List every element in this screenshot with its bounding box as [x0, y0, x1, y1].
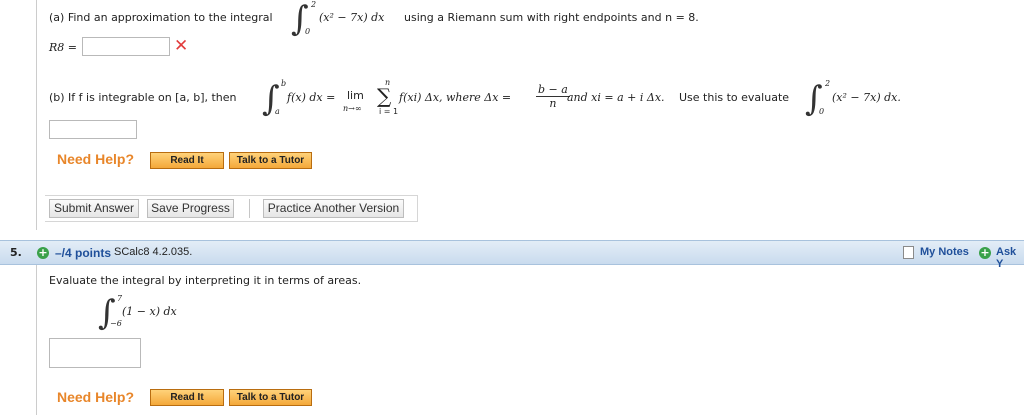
integrand-b: f(x) dx = — [287, 91, 336, 104]
incorrect-x-icon: ✕ — [174, 36, 189, 56]
integral-upper-eval: 2 — [825, 79, 831, 88]
answer-label-a: R8 = — [49, 41, 77, 54]
button-divider — [249, 199, 250, 218]
integral-lower-q5: −6 — [110, 319, 122, 328]
sum-term: f(xi) Δx, where Δx = — [399, 91, 512, 104]
integral-lower-eval: 0 — [819, 107, 825, 116]
submit-answer-button[interactable]: Submit Answer — [49, 199, 139, 218]
integral-upper-b: b — [281, 79, 287, 88]
xi-definition: and xi = a + i Δx. — [567, 91, 665, 104]
part-b-prefix: (b) If f is integrable on [a, b], then — [49, 91, 237, 104]
integral-lower-b: a — [275, 107, 280, 116]
talk-to-tutor-button[interactable]: Talk to a Tutor — [229, 152, 312, 169]
integrand-eval: (x² − 7x) dx. — [832, 91, 901, 104]
integral-upper-a: 2 — [311, 0, 317, 9]
evaluate-answer-input[interactable] — [49, 120, 137, 139]
integrand-q5: (1 − x) dx — [122, 305, 177, 318]
read-it-button[interactable]: Read It — [150, 152, 224, 169]
my-notes-link[interactable]: My Notes — [920, 246, 969, 258]
integral-lower-a: 0 — [305, 27, 311, 36]
question-prompt: Evaluate the integral by interpreting it… — [49, 274, 362, 287]
integral-upper-q5: 7 — [117, 294, 123, 303]
fraction-numerator: b − a — [536, 83, 570, 97]
sigma-icon: ∑ — [377, 84, 392, 108]
fraction-denominator: n — [549, 97, 557, 110]
question-number: 5. — [10, 246, 22, 259]
talk-to-tutor-button-q5[interactable]: Talk to a Tutor — [229, 389, 312, 406]
left-border-bottom — [36, 265, 37, 415]
question-source: SCalc8 4.2.035. — [114, 246, 193, 258]
integrand-a: (x² − 7x) dx — [319, 11, 385, 24]
sum-lower: i = 1 — [379, 107, 399, 116]
limit-text: lim — [347, 89, 364, 102]
limit-subscript: n→∞ — [343, 104, 362, 113]
part-a-prefix: (a) Find an approximation to the integra… — [49, 11, 273, 24]
ask-plus-icon[interactable]: + — [979, 247, 991, 259]
question-header-bar: 5. + –/4 points SCalc8 4.2.035. My Notes… — [0, 240, 1024, 270]
save-progress-button[interactable]: Save Progress — [147, 199, 234, 218]
evaluate-text: Use this to evaluate — [679, 91, 790, 104]
part-a-suffix: using a Riemann sum with right endpoints… — [404, 11, 699, 24]
practice-another-version-button[interactable]: Practice Another Version — [263, 199, 404, 218]
points-label: –/4 points — [55, 246, 112, 260]
read-it-button-q5[interactable]: Read It — [150, 389, 224, 406]
notes-document-icon[interactable] — [903, 246, 914, 259]
need-help-label: Need Help? — [57, 151, 135, 167]
ask-your-teacher-link[interactable]: Ask Y — [996, 246, 1024, 270]
need-help-label-q5: Need Help? — [57, 389, 135, 405]
riemann-sum-input[interactable] — [82, 37, 170, 56]
left-border-top — [36, 0, 37, 230]
delta-x-fraction: b − a n — [536, 83, 570, 110]
expand-plus-icon[interactable]: + — [37, 247, 49, 259]
area-answer-input[interactable] — [49, 338, 141, 368]
